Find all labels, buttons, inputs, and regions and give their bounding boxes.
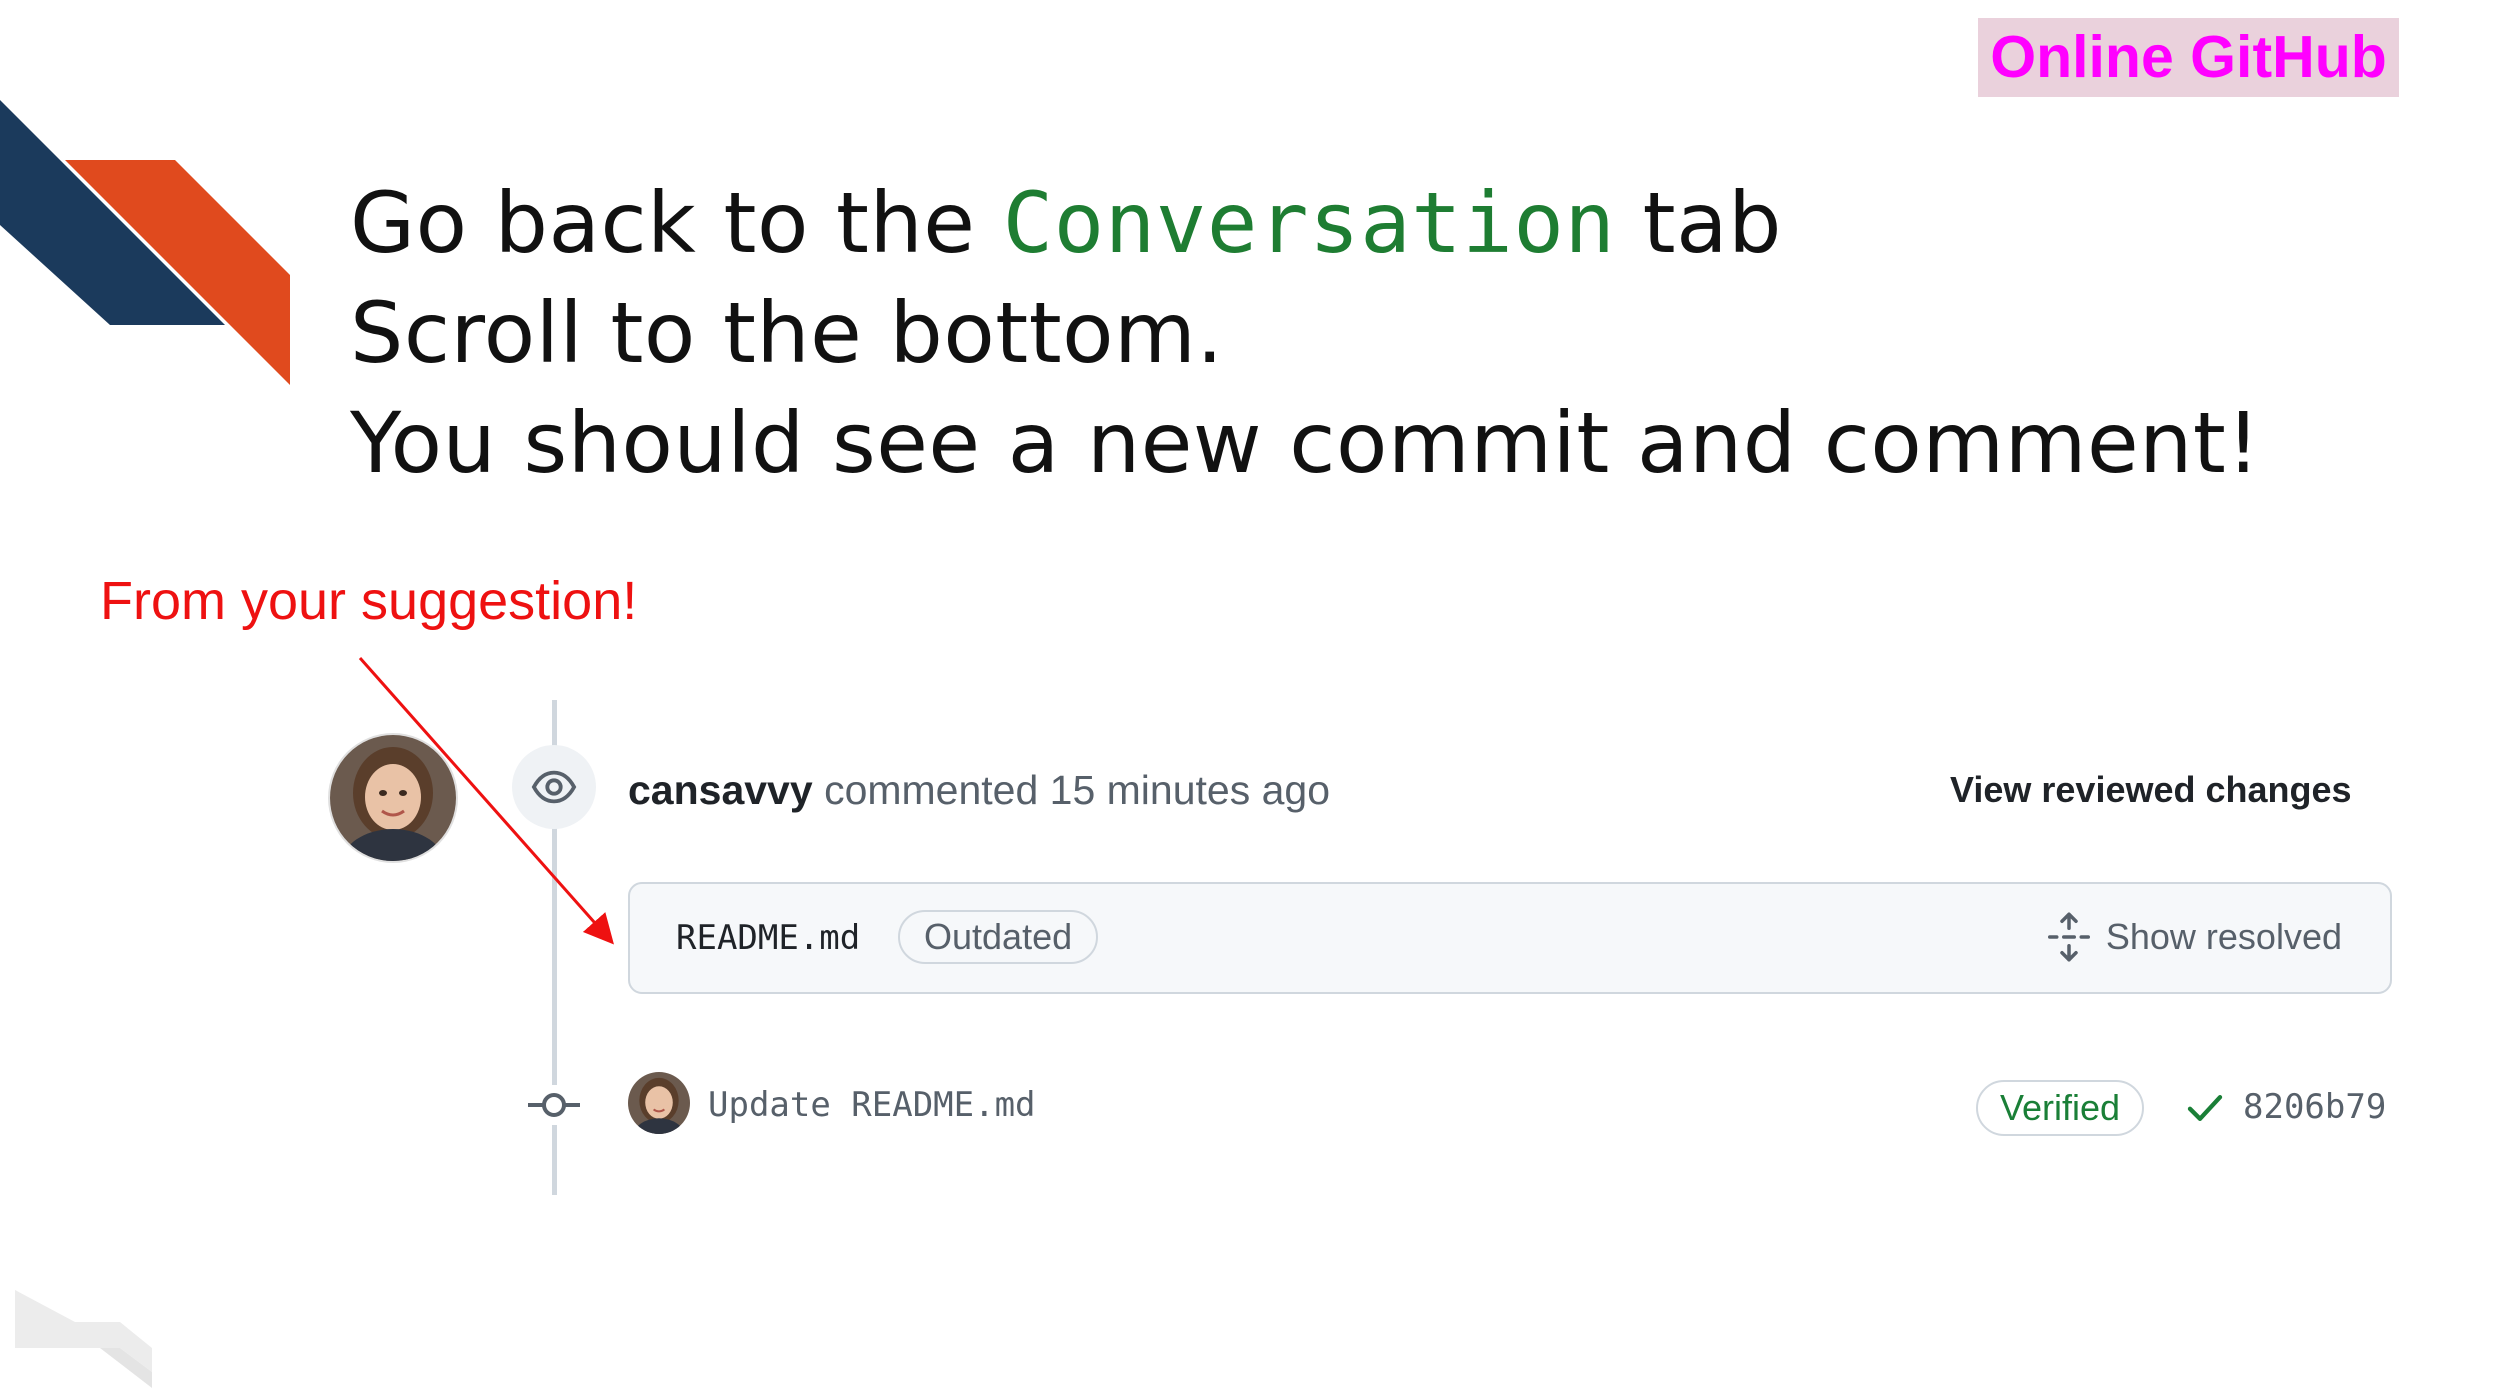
- avatar-portrait-icon: [330, 735, 456, 861]
- online-github-badge: Online GitHub: [1978, 18, 2399, 97]
- comment-action-text: commented 15 minutes ago: [812, 767, 1331, 813]
- reviewed-event-badge: [512, 745, 596, 829]
- commit-message-link[interactable]: Update README.md: [708, 1080, 1036, 1130]
- heading-line-3: You should see a new commit and comment!: [350, 394, 2261, 492]
- avatar[interactable]: [330, 735, 456, 861]
- conversation-code-word: Conversation: [1002, 174, 1616, 272]
- heading-line-2: Scroll to the bottom.: [350, 284, 1224, 382]
- comment-header: cansavvy commented 15 minutes ago: [628, 760, 1330, 820]
- commit-sha-link[interactable]: 8206b79: [2243, 1082, 2386, 1132]
- heading-line-1-after: tab: [1615, 174, 1782, 272]
- heading-line-1: Go back to the Conversation tab: [350, 168, 2470, 278]
- outdated-label: Outdated: [898, 910, 1099, 964]
- review-file-box: README.md Outdated Show resolved: [628, 882, 2392, 994]
- eye-icon: [531, 770, 577, 804]
- slide-decoration-gray: [15, 1290, 152, 1388]
- check-icon: [2187, 1095, 2223, 1121]
- git-commit-icon: [528, 1085, 580, 1125]
- unfold-icon: [2047, 912, 2090, 962]
- view-reviewed-changes-link[interactable]: View reviewed changes: [1950, 765, 2352, 815]
- show-resolved-label: Show resolved: [2105, 916, 2342, 957]
- slide-heading: Go back to the Conversation tab Scroll t…: [350, 168, 2470, 498]
- commit-author-avatar[interactable]: [628, 1072, 690, 1134]
- file-name-link[interactable]: README.md: [676, 913, 860, 963]
- avatar-portrait-icon: [628, 1072, 690, 1134]
- slide-decoration-stripes: [0, 100, 290, 385]
- heading-line-1-before: Go back to the: [350, 174, 1003, 272]
- verified-badge[interactable]: Verified: [1976, 1080, 2145, 1136]
- show-resolved-button[interactable]: Show resolved: [2047, 910, 2342, 964]
- comment-author-link[interactable]: cansavvy: [628, 767, 813, 813]
- annotation-text: From your suggestion!: [100, 571, 638, 631]
